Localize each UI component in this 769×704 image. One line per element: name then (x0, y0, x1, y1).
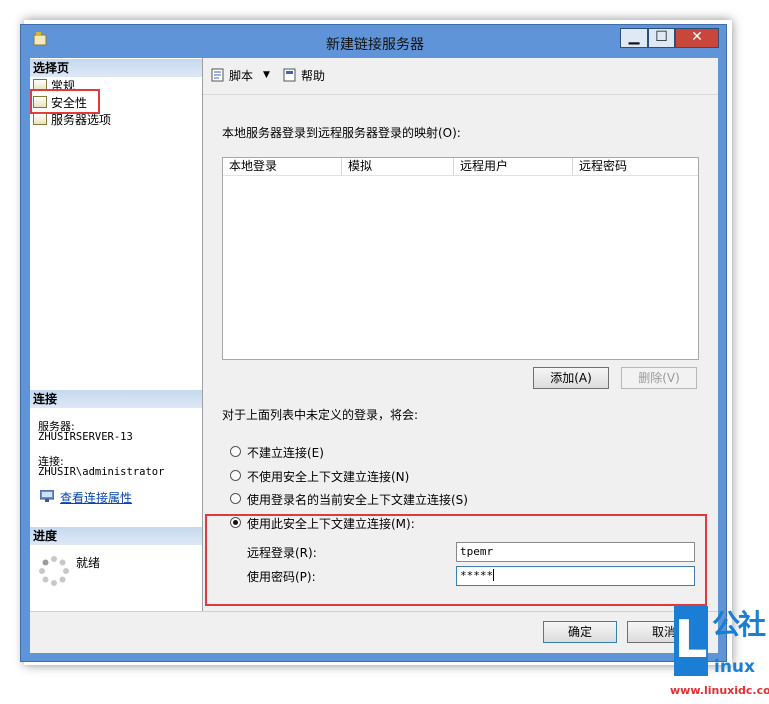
script-label: 脚本 (229, 68, 254, 83)
ok-button[interactable]: 确定 (543, 621, 617, 643)
nav-item-server-options[interactable]: 服务器选项 (33, 112, 111, 128)
radio-this-security-context[interactable] (230, 517, 241, 528)
mapping-label: 本地服务器登录到远程服务器登录的映射(O): (222, 126, 461, 140)
watermark-letter: L (674, 606, 708, 676)
script-icon (210, 68, 226, 82)
nav-item-security[interactable]: 安全性 (33, 95, 87, 111)
remote-login-input[interactable]: tpemr (456, 542, 695, 562)
remove-button[interactable]: 删除(V) (621, 367, 697, 389)
toolbar (203, 58, 718, 95)
radio-no-connection[interactable] (230, 446, 241, 457)
script-button[interactable]: 脚本 ▼ (210, 67, 270, 83)
nav-item-label: 服务器选项 (51, 113, 112, 127)
spinner-icon (38, 555, 70, 587)
option-label[interactable]: 不建立连接(E) (247, 444, 324, 461)
help-button[interactable]: 帮助 (282, 67, 325, 83)
text-cursor (493, 569, 495, 581)
column-header[interactable]: 远程密码 (573, 158, 698, 175)
help-label: 帮助 (301, 68, 326, 83)
help-icon (282, 68, 298, 82)
page-icon (33, 113, 47, 125)
column-header[interactable]: 远程用户 (454, 158, 573, 175)
option-label[interactable]: 使用此安全上下文建立连接(M): (247, 515, 415, 532)
watermark-url: www.linuxidc.com (670, 684, 769, 697)
option-label[interactable]: 不使用安全上下文建立连接(N) (247, 468, 409, 485)
select-page-header: 选择页 (30, 59, 202, 77)
undefined-logins-label: 对于上面列表中未定义的登录，将会: (222, 408, 419, 422)
option-label[interactable]: 使用登录名的当前安全上下文建立连接(S) (247, 491, 468, 508)
app-icon (33, 32, 47, 46)
radio-current-security-context[interactable] (230, 493, 241, 504)
column-header[interactable]: 本地登录 (223, 158, 342, 175)
connection-properties-icon (39, 489, 55, 502)
maximize-button[interactable]: ☐ (648, 28, 675, 48)
connection-header: 连接 (30, 390, 202, 408)
add-button[interactable]: 添加(A) (533, 367, 609, 389)
watermark-chars: 公社 (712, 608, 766, 641)
grid-header-divider (223, 175, 698, 176)
watermark-sub: inux (714, 657, 755, 677)
page-icon (33, 96, 47, 108)
remote-login-label: 远程登录(R): (247, 546, 317, 560)
connection-value: ZHUSIR\administrator (38, 466, 165, 478)
password-input[interactable]: ***** (456, 566, 695, 586)
radio-no-security-context[interactable] (230, 470, 241, 481)
view-connection-properties-link[interactable]: 查看连接属性 (60, 489, 132, 506)
dropdown-arrow-icon: ▼ (263, 70, 270, 80)
password-value: ***** (460, 569, 494, 582)
progress-status: 就绪 (76, 556, 101, 570)
column-header[interactable]: 模拟 (342, 158, 454, 175)
login-mapping-grid[interactable] (222, 157, 699, 360)
nav-item-label: 安全性 (51, 96, 88, 110)
server-value: ZHUSIRSERVER-13 (38, 431, 133, 443)
window-title: 新建链接服务器 (326, 37, 424, 53)
progress-header: 进度 (30, 527, 202, 545)
close-button[interactable]: ✕ (675, 28, 719, 48)
password-label: 使用密码(P): (247, 570, 316, 584)
minimize-button[interactable]: ▁ (620, 28, 648, 48)
